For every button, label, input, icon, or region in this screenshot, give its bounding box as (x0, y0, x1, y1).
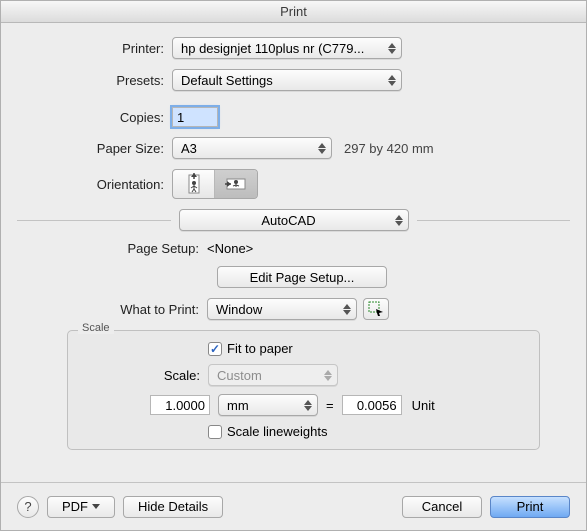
what-to-print-value: Window (216, 302, 262, 317)
presets-popup[interactable]: Default Settings (172, 69, 402, 91)
paper-dimensions: 297 by 420 mm (344, 141, 434, 156)
updown-icon (315, 138, 329, 158)
copies-label: Copies: (17, 110, 172, 125)
app-section-popup[interactable]: AutoCAD (179, 209, 409, 231)
scale-legend: Scale (78, 322, 114, 334)
scale-group: Scale Fit to paper Scale: Custom (67, 330, 540, 450)
print-button[interactable]: Print (490, 496, 570, 518)
paper-size-popup[interactable]: A3 (172, 137, 332, 159)
orientation-landscape-button[interactable] (215, 170, 257, 198)
footer: ? PDF Hide Details Cancel Print (1, 482, 586, 530)
app-section-value: AutoCAD (261, 213, 315, 228)
page-setup-label: Page Setup: (17, 241, 207, 256)
orientation-label: Orientation: (17, 177, 172, 192)
help-button[interactable]: ? (17, 496, 39, 518)
pdf-menu-button[interactable]: PDF (47, 496, 115, 518)
fit-to-paper-label: Fit to paper (227, 341, 293, 356)
landscape-icon (225, 173, 247, 195)
scale-unit-popup[interactable]: mm (218, 394, 318, 416)
selection-cursor-icon (368, 301, 384, 317)
paper-size-value: A3 (181, 141, 197, 156)
portrait-icon (183, 173, 205, 195)
updown-icon (385, 38, 399, 58)
updown-icon (385, 70, 399, 90)
printer-label: Printer: (17, 41, 172, 56)
divider-right (417, 220, 571, 221)
paper-size-label: Paper Size: (17, 141, 172, 156)
chevron-down-icon (92, 504, 100, 509)
updown-icon (340, 299, 354, 319)
divider-left (17, 220, 171, 221)
printer-value: hp designjet 110plus nr (C779... (181, 41, 364, 56)
scale-popup[interactable]: Custom (208, 364, 338, 386)
hide-details-button[interactable]: Hide Details (123, 496, 223, 518)
print-dialog: Print Printer: hp designjet 110plus nr (… (0, 0, 587, 531)
updown-icon (321, 365, 335, 385)
edit-page-setup-button[interactable]: Edit Page Setup... (217, 266, 387, 288)
scale-label: Scale: (78, 368, 208, 383)
presets-label: Presets: (17, 73, 172, 88)
window-title: Print (1, 1, 586, 23)
fit-to-paper-checkbox[interactable] (208, 342, 222, 356)
updown-icon (301, 395, 315, 415)
what-to-print-popup[interactable]: Window (207, 298, 357, 320)
equals-label: = (326, 398, 334, 413)
orientation-portrait-button[interactable] (173, 170, 215, 198)
scale-left-input[interactable] (150, 395, 210, 415)
scale-unit-value: mm (227, 398, 249, 413)
presets-value: Default Settings (181, 73, 273, 88)
unit-text: Unit (412, 398, 435, 413)
scale-value: Custom (217, 368, 262, 383)
content-area: Printer: hp designjet 110plus nr (C779..… (1, 23, 586, 482)
scale-right-input[interactable] (342, 395, 402, 415)
scale-lineweights-label: Scale lineweights (227, 424, 327, 439)
what-to-print-label: What to Print: (17, 302, 207, 317)
printer-popup[interactable]: hp designjet 110plus nr (C779... (172, 37, 402, 59)
copies-input[interactable] (172, 107, 218, 127)
cancel-button[interactable]: Cancel (402, 496, 482, 518)
select-window-button[interactable] (363, 298, 389, 320)
scale-lineweights-checkbox[interactable] (208, 425, 222, 439)
updown-icon (392, 210, 406, 230)
page-setup-value: <None> (207, 241, 253, 256)
orientation-segmented (172, 169, 258, 199)
